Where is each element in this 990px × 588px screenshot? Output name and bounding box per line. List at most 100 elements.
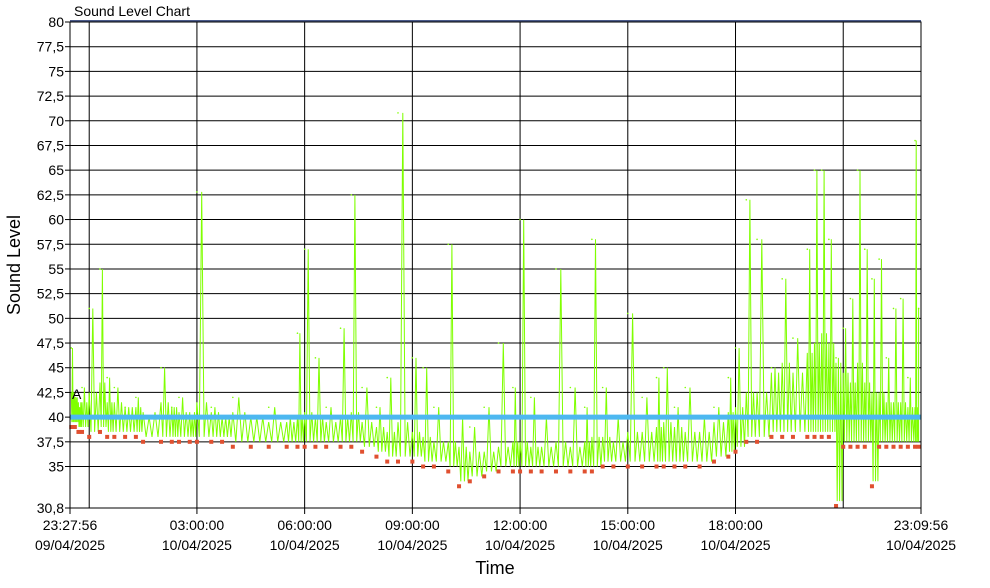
x-tick-time: 03:00:00: [170, 517, 225, 533]
max-point: [806, 248, 809, 250]
min-marker: [755, 439, 760, 444]
min-marker: [123, 434, 128, 439]
min-marker: [826, 434, 831, 439]
sound-level-chart: Sound Level Chart A 80 77,5 75 72,5 70 67,5 65…: [4, 3, 956, 578]
min-marker: [862, 444, 867, 449]
min-marker: [711, 459, 716, 464]
min-marker: [869, 484, 874, 489]
x-tick-date: 10/04/2025: [270, 537, 340, 553]
max-point: [569, 386, 572, 389]
y-tick-label: 45: [48, 360, 64, 376]
max-point: [820, 169, 823, 171]
max-point: [267, 406, 270, 409]
max-point: [530, 396, 532, 399]
min-marker: [482, 474, 487, 479]
max-point: [99, 268, 101, 270]
min-marker: [194, 439, 199, 444]
max-point: [713, 406, 715, 409]
min-marker: [159, 439, 164, 444]
max-point: [361, 386, 363, 389]
min-marker: [841, 444, 846, 449]
max-point: [178, 396, 180, 399]
max-point: [756, 238, 758, 241]
max-point: [745, 199, 748, 201]
x-tick-date: 09/04/2025: [35, 537, 105, 553]
max-point: [447, 243, 450, 246]
max-point: [655, 376, 658, 379]
min-marker: [848, 444, 853, 449]
min-marker: [176, 439, 181, 444]
max-point: [878, 258, 880, 260]
min-marker: [385, 459, 390, 464]
max-point: [684, 386, 687, 389]
max-point: [135, 396, 137, 399]
y-axis-ticks: 80 77,5 75 72,5 70 67,5 65 62,5 60 57,5 55 52,5 50 47…: [37, 14, 70, 516]
min-marker: [374, 454, 379, 459]
max-point: [519, 218, 521, 221]
min-marker: [97, 429, 102, 434]
max-point: [835, 357, 837, 359]
min-marker: [625, 464, 630, 469]
x-tick-date: 10/04/2025: [593, 537, 663, 553]
min-marker: [805, 434, 810, 439]
max-point: [106, 376, 108, 379]
min-marker: [457, 484, 462, 489]
max-point: [892, 307, 895, 310]
y-tick-label: 35: [48, 459, 64, 475]
threshold-label: A: [72, 386, 82, 402]
min-marker: [230, 444, 235, 449]
max-point: [792, 337, 794, 339]
min-marker: [87, 434, 92, 439]
max-point: [386, 376, 389, 379]
min-marker: [76, 429, 81, 434]
y-tick-label: 52,5: [37, 286, 64, 302]
y-tick-label: 37,5: [37, 434, 64, 450]
min-marker: [360, 449, 365, 454]
x-tick-time: 23:27:56: [43, 517, 98, 533]
max-point: [512, 386, 514, 389]
x-tick-date: 10/04/2025: [700, 537, 770, 553]
max-point: [856, 169, 859, 171]
max-point: [914, 139, 916, 142]
min-marker: [834, 504, 839, 509]
min-marker: [266, 444, 271, 449]
max-point: [339, 327, 342, 330]
min-marker: [589, 469, 594, 474]
max-point: [170, 406, 173, 409]
y-tick-label: 80: [48, 14, 64, 30]
max-point: [469, 426, 471, 428]
min-marker: [528, 469, 533, 474]
x-tick-time: 12:00:00: [493, 517, 548, 533]
max-point: [842, 327, 845, 330]
min-marker: [72, 425, 77, 429]
min-marker: [744, 439, 749, 444]
y-tick-label: 77,5: [37, 39, 64, 55]
min-marker: [855, 444, 860, 449]
max-point: [734, 347, 737, 349]
y-tick-label: 57,5: [37, 236, 64, 252]
y-tick-label: 70: [48, 113, 64, 129]
y-tick-label: 40: [48, 409, 64, 425]
min-marker: [661, 464, 666, 469]
max-point: [863, 248, 866, 250]
min-marker: [539, 469, 544, 474]
max-point: [497, 342, 500, 344]
min-marker: [683, 464, 688, 469]
min-marker: [338, 444, 343, 449]
max-point: [813, 169, 816, 171]
x-axis-label: Time: [475, 558, 514, 578]
min-marker: [248, 444, 253, 449]
x-tick-time: 06:00:00: [277, 517, 332, 533]
min-marker: [891, 444, 896, 449]
max-point: [124, 406, 126, 409]
max-point: [483, 406, 485, 409]
min-marker: [640, 464, 645, 469]
min-marker: [395, 459, 400, 464]
max-point: [917, 307, 920, 310]
max-point: [296, 332, 299, 334]
min-marker: [421, 464, 426, 469]
min-marker: [496, 469, 501, 474]
max-point: [555, 268, 557, 270]
max-point: [433, 406, 435, 409]
min-marker: [726, 454, 731, 459]
